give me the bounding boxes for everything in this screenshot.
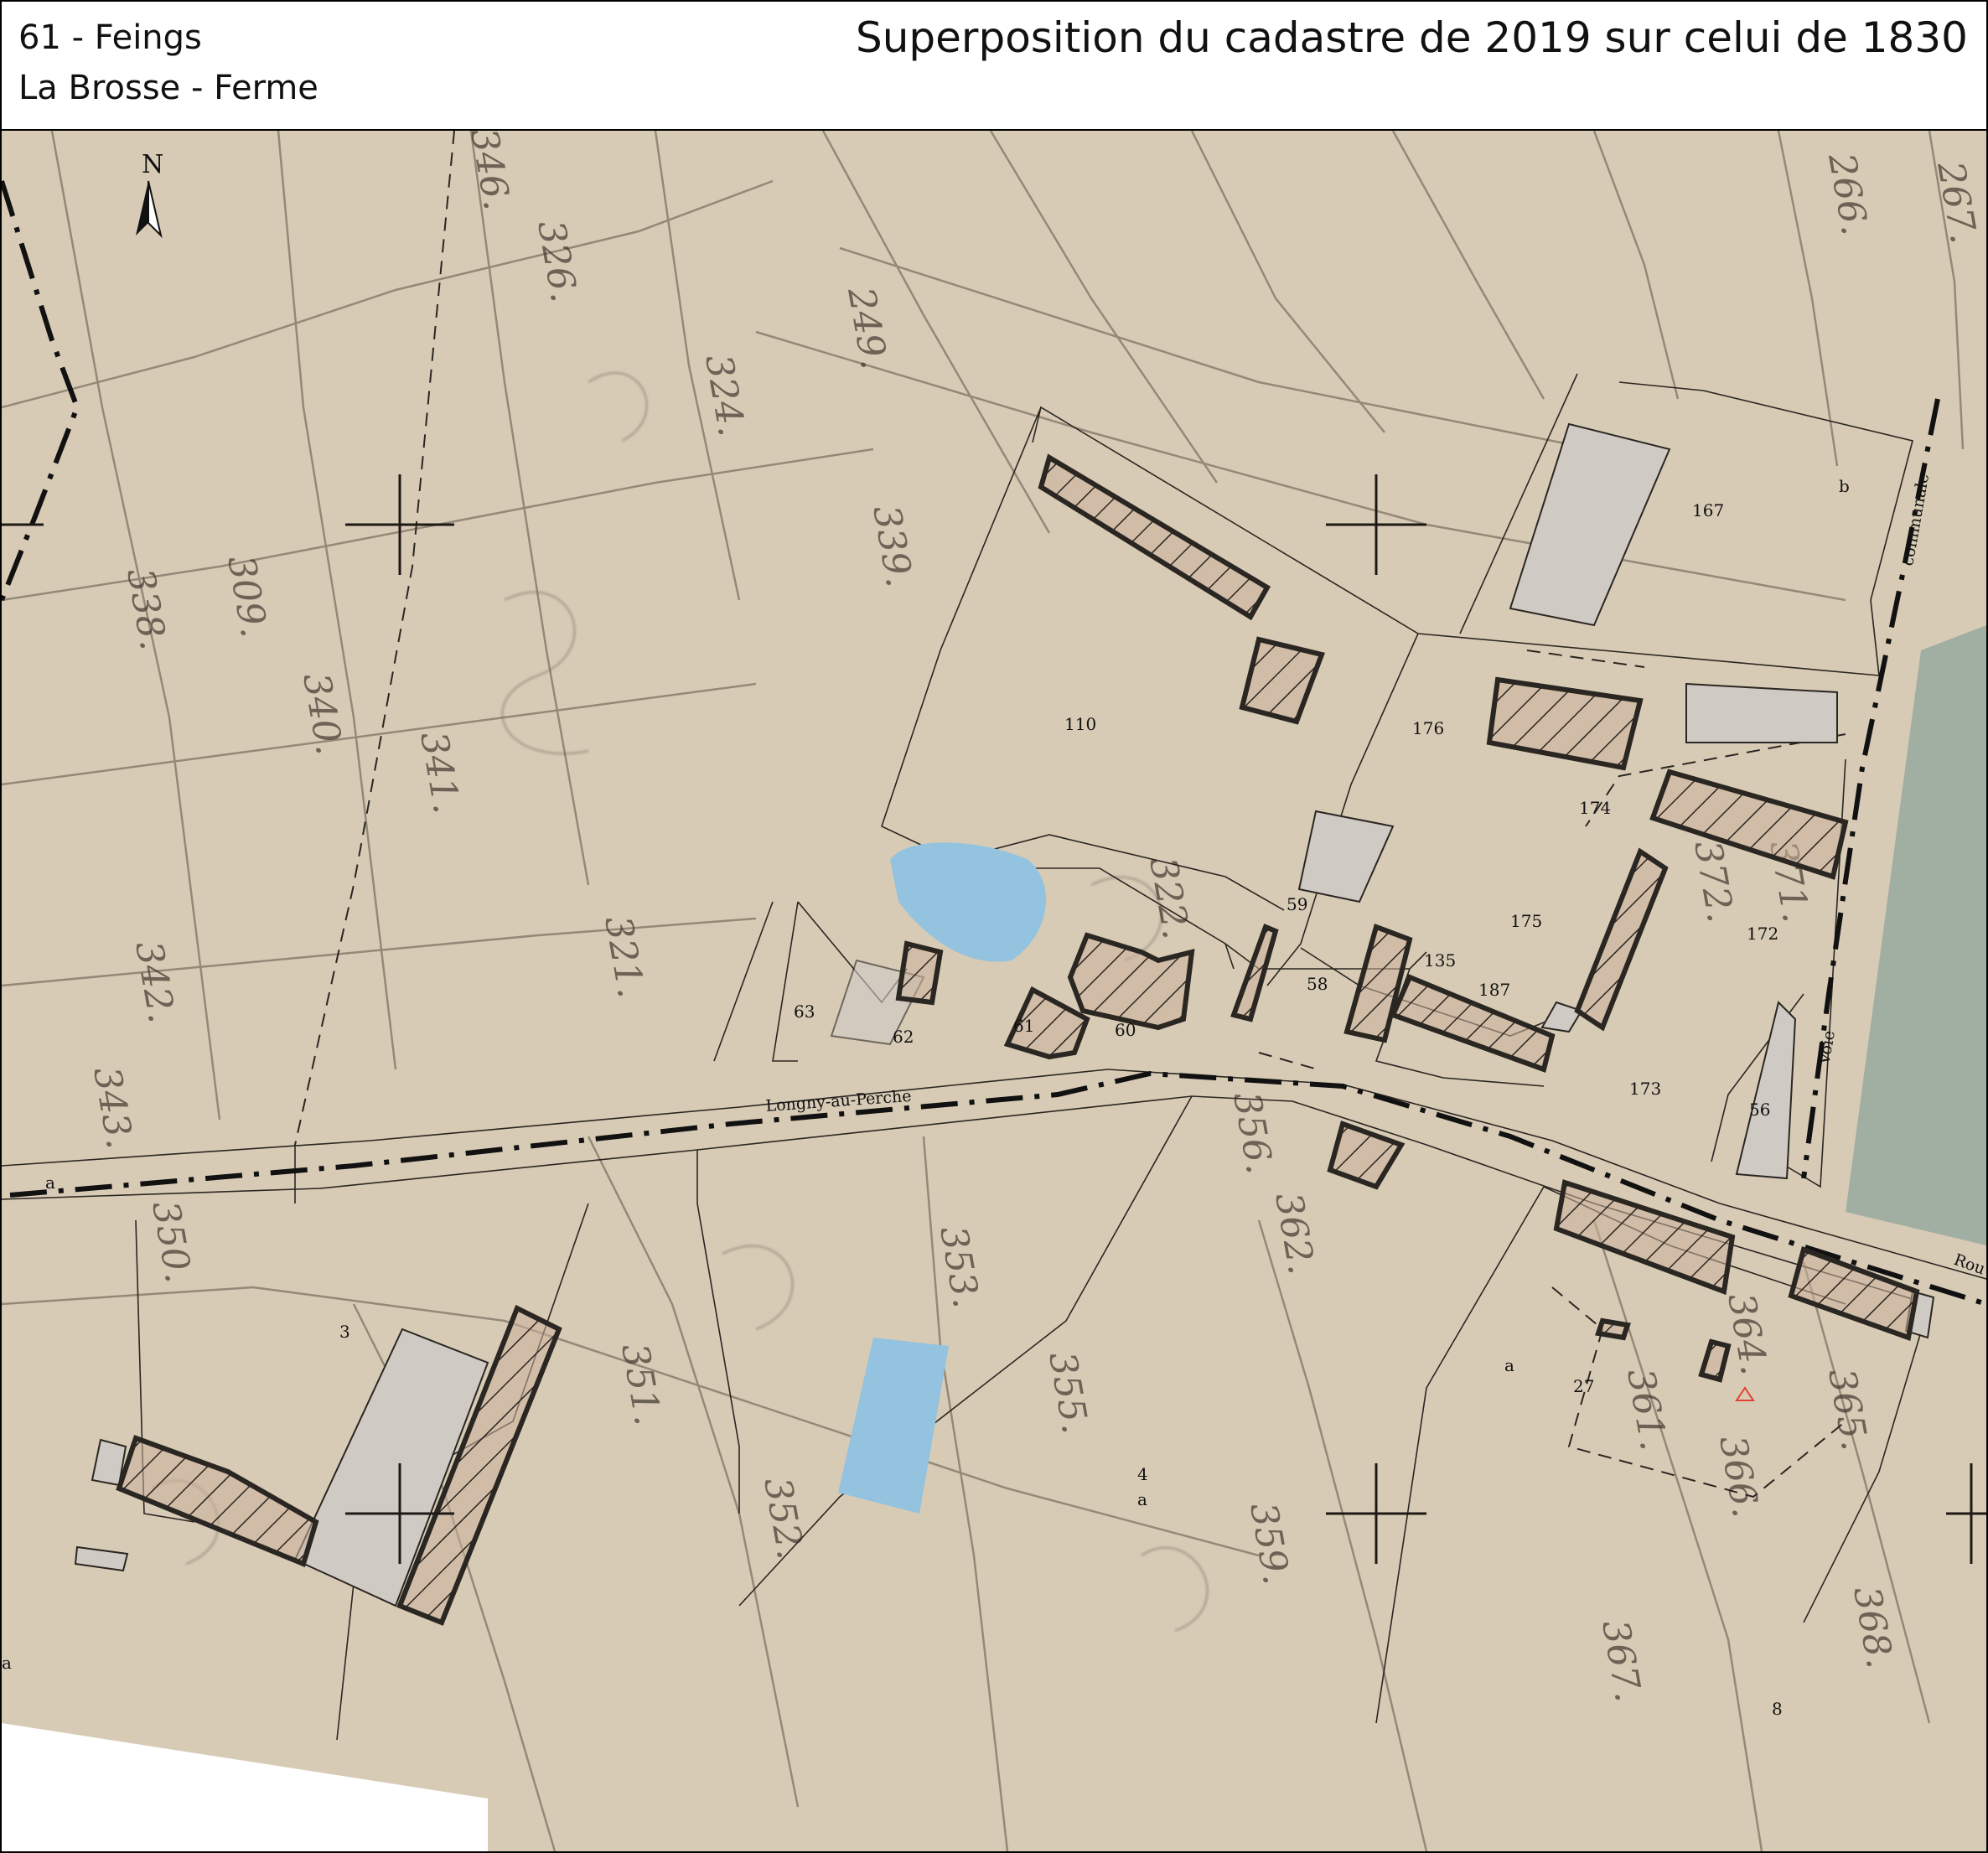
parcel-27: 27 xyxy=(1573,1376,1594,1396)
parcel-176: 176 xyxy=(1412,718,1444,738)
parcel-8: 8 xyxy=(1772,1699,1783,1719)
building-grey-east xyxy=(1685,682,1838,743)
parcel-59: 59 xyxy=(1287,894,1307,914)
parcel-110: 110 xyxy=(1064,714,1096,734)
parcel-61: 61 xyxy=(1013,1016,1034,1036)
parcel-3: 3 xyxy=(339,1322,350,1342)
building-hatched-tiny-27 xyxy=(1595,1317,1631,1341)
parcel-175: 175 xyxy=(1510,911,1542,931)
place-label: La Brosse - Ferme xyxy=(18,69,318,107)
cadastral-overlay-map: 338. 339. 340. 341. 342. 343. 321. 322. … xyxy=(2,131,1986,1851)
section-letter-a-27: a xyxy=(1504,1355,1514,1375)
building-hatched-62 xyxy=(895,940,944,1006)
commune-label: 61 - Feings xyxy=(18,18,202,57)
parcel-173: 173 xyxy=(1629,1079,1661,1099)
parcel-56: 56 xyxy=(1749,1100,1770,1120)
parcel-187: 187 xyxy=(1478,980,1510,1000)
parcel-4: 4 xyxy=(1137,1464,1148,1484)
section-letter-a-edge: a xyxy=(2,1653,12,1673)
parcel-60: 60 xyxy=(1115,1020,1136,1040)
map-header: 61 - Feings La Brosse - Ferme Superposit… xyxy=(2,2,1986,131)
parcel-172: 172 xyxy=(1747,924,1778,944)
parcel-167: 167 xyxy=(1692,500,1724,520)
parcel-135: 135 xyxy=(1424,950,1456,970)
parcel-174: 174 xyxy=(1579,798,1611,818)
parcel-58: 58 xyxy=(1307,974,1328,994)
map-frame: 61 - Feings La Brosse - Ferme Superposit… xyxy=(0,0,1988,1853)
section-letter-a-west: a xyxy=(45,1172,55,1193)
section-letter-b: b xyxy=(1839,476,1850,496)
north-label: N xyxy=(142,150,163,179)
map-title: Superposition du cadastre de 2019 sur ce… xyxy=(855,13,1968,62)
section-letter-a-4: a xyxy=(1137,1489,1147,1509)
parcel-63: 63 xyxy=(794,1002,815,1022)
parcel-62: 62 xyxy=(893,1027,914,1047)
